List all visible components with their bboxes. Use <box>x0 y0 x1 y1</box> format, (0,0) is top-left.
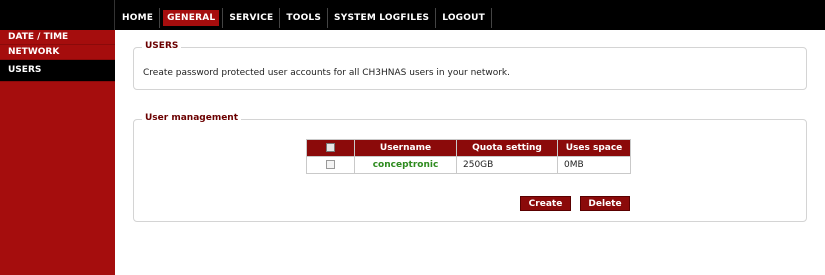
table-row: conceptronic 250GB 0MB <box>306 156 631 174</box>
users-table: Username Quota setting Uses space concep… <box>306 139 631 174</box>
select-all-header <box>306 139 355 157</box>
uses-space-header: Uses space <box>557 139 631 157</box>
quota-cell: 250GB <box>456 156 558 174</box>
nav-general[interactable]: GENERAL <box>160 8 224 28</box>
user-management-section: User management Username Quota setting U… <box>133 113 807 222</box>
nav-logout[interactable]: LOGOUT <box>436 8 492 28</box>
username-header: Username <box>354 139 457 157</box>
top-left-spacer <box>0 0 115 30</box>
users-section-legend: USERS <box>142 41 182 51</box>
username-cell[interactable]: conceptronic <box>354 156 457 174</box>
row-select-cell <box>306 156 355 174</box>
top-navigation-bar: HOME GENERAL SERVICE TOOLS SYSTEM LOGFIL… <box>0 0 825 30</box>
select-all-checkbox[interactable] <box>326 143 335 152</box>
users-section: USERS Create password protected user acc… <box>133 41 807 90</box>
create-button[interactable]: Create <box>520 196 571 211</box>
sidebar-item-users[interactable]: USERS <box>0 60 115 82</box>
user-management-legend: User management <box>142 113 242 123</box>
main-nav: HOME GENERAL SERVICE TOOLS SYSTEM LOGFIL… <box>116 8 492 28</box>
delete-button[interactable]: Delete <box>580 196 630 211</box>
table-header-row: Username Quota setting Uses space <box>306 139 631 157</box>
main-content: USERS Create password protected user acc… <box>115 30 825 275</box>
sidebar-item-network[interactable]: NETWORK <box>0 45 115 60</box>
sidebar: DATE / TIME NETWORK USERS <box>0 30 115 275</box>
nav-home[interactable]: HOME <box>116 8 161 28</box>
sidebar-item-date-time[interactable]: DATE / TIME <box>0 30 115 45</box>
users-description: Create password protected user accounts … <box>143 68 511 78</box>
nav-general-label: GENERAL <box>163 10 220 26</box>
nav-service[interactable]: SERVICE <box>223 8 281 28</box>
nav-system-logfiles[interactable]: SYSTEM LOGFILES <box>328 8 437 28</box>
nav-tools[interactable]: TOOLS <box>280 8 329 28</box>
quota-header: Quota setting <box>456 139 558 157</box>
uses-space-cell: 0MB <box>557 156 631 174</box>
row-checkbox[interactable] <box>326 160 335 169</box>
